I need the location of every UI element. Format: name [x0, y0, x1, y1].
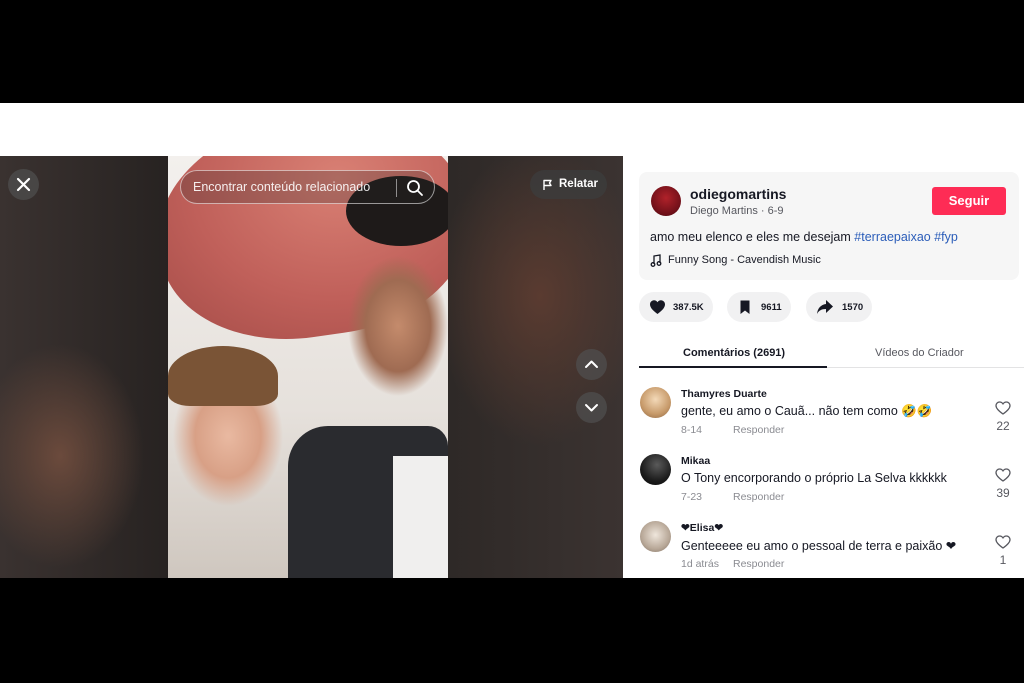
- username[interactable]: odiegomartins: [690, 186, 786, 202]
- report-button[interactable]: Relatar: [530, 170, 607, 199]
- previous-video-button[interactable]: [576, 349, 607, 380]
- heart-outline-icon[interactable]: [995, 535, 1011, 549]
- music-title: Funny Song - Cavendish Music: [668, 254, 821, 266]
- share-count: 1570: [842, 302, 864, 313]
- related-search-box[interactable]: Encontrar conteúdo relacionado: [180, 170, 435, 204]
- like-button[interactable]: 387.5K: [639, 292, 713, 322]
- tab-comments[interactable]: Comentários (2691): [683, 347, 785, 359]
- video-player[interactable]: [0, 156, 623, 578]
- comment-text: Genteeeee eu amo o pessoal de terra e pa…: [681, 539, 957, 553]
- post-info-card: odiegomartins Diego Martins · 6-9 Seguir…: [639, 172, 1019, 280]
- comment-item: ❤Elisa❤ Genteeeee eu amo o pessoal de te…: [639, 521, 1024, 581]
- comment-author[interactable]: Thamyres Duarte: [681, 388, 767, 400]
- share-button[interactable]: 1570: [806, 292, 872, 322]
- chevron-up-icon: [585, 360, 598, 368]
- hashtag-link[interactable]: #terraepaixao: [854, 230, 930, 244]
- video-frame[interactable]: [168, 156, 448, 578]
- caption-text: amo meu elenco e eles me desejam: [650, 230, 851, 244]
- bookmark-icon: [740, 300, 750, 314]
- comment-text: O Tony encorporando o próprio La Selva k…: [681, 471, 947, 485]
- search-divider: [396, 179, 397, 197]
- tab-active-indicator: [639, 366, 827, 368]
- video-shirt: [393, 456, 448, 578]
- music-note-icon: [650, 254, 662, 267]
- author-subline: Diego Martins · 6-9: [690, 205, 784, 217]
- like-count: 387.5K: [673, 302, 704, 313]
- subline-separator: ·: [760, 205, 768, 217]
- close-icon: [16, 177, 31, 192]
- comment-like-count: 22: [996, 419, 1010, 433]
- comment-date: 1d atrás: [681, 558, 719, 570]
- letterbox-bottom: [0, 578, 1024, 683]
- comment-item: Thamyres Duarte gente, eu amo o Cauã... …: [639, 387, 1024, 447]
- comment-item: Mikaa O Tony encorporando o próprio La S…: [639, 454, 1024, 514]
- hashtag-link[interactable]: #fyp: [934, 230, 958, 244]
- flag-icon: [543, 179, 552, 190]
- comment-avatar[interactable]: [640, 521, 671, 552]
- comment-date: 8-14: [681, 424, 703, 436]
- avatar[interactable]: [651, 186, 681, 216]
- tab-creator-videos[interactable]: Vídeos do Criador: [875, 347, 964, 359]
- save-count: 9611: [761, 302, 782, 313]
- comment-like-count: 1: [999, 553, 1007, 567]
- comment-text: gente, eu amo o Cauã... não tem como 🤣🤣: [681, 404, 933, 418]
- details-panel: odiegomartins Diego Martins · 6-9 Seguir…: [623, 156, 1024, 578]
- chevron-down-icon: [585, 404, 598, 412]
- share-arrow-icon: [817, 300, 833, 314]
- comment-date: 7-23: [681, 491, 703, 503]
- comment-like-count: 39: [996, 486, 1010, 500]
- follow-button[interactable]: Seguir: [932, 187, 1006, 215]
- comment-avatar[interactable]: [640, 387, 671, 418]
- display-name[interactable]: Diego Martins: [690, 205, 758, 217]
- heart-outline-icon[interactable]: [995, 468, 1011, 482]
- music-link[interactable]: Funny Song - Cavendish Music: [650, 254, 821, 267]
- reply-button[interactable]: Responder: [733, 424, 784, 436]
- next-video-button[interactable]: [576, 392, 607, 423]
- caption: amo meu elenco e eles me desejam #terrae…: [650, 230, 958, 244]
- search-placeholder[interactable]: Encontrar conteúdo relacionado: [193, 180, 370, 194]
- report-label: Relatar: [559, 178, 598, 190]
- reply-button[interactable]: Responder: [733, 558, 784, 570]
- search-icon[interactable]: [406, 179, 424, 197]
- close-button[interactable]: [8, 169, 39, 200]
- post-date: 6-9: [767, 205, 784, 217]
- letterbox-top: [0, 0, 1024, 103]
- save-button[interactable]: 9611: [727, 292, 791, 322]
- video-person-left-hair: [168, 346, 278, 406]
- heart-icon: [650, 300, 665, 314]
- reply-button[interactable]: Responder: [733, 491, 784, 503]
- comment-author[interactable]: Mikaa: [681, 455, 710, 467]
- comment-author[interactable]: ❤Elisa❤: [681, 522, 723, 534]
- heart-outline-icon[interactable]: [995, 401, 1011, 415]
- page-header-area: [0, 103, 1024, 156]
- comment-avatar[interactable]: [640, 454, 671, 485]
